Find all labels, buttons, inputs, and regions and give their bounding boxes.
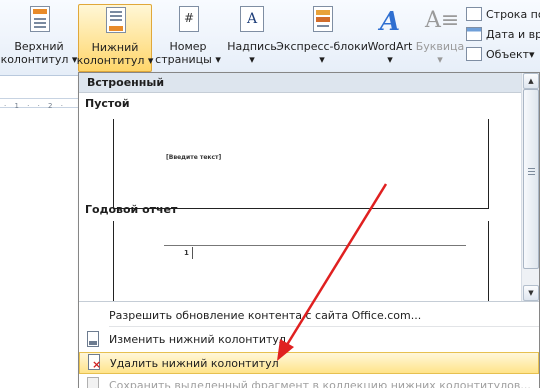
annual-footer-divider (192, 247, 193, 259)
header-button[interactable]: Верхний колонтитул ▾ (1, 4, 77, 72)
scroll-thumb[interactable] (523, 89, 539, 269)
gallery-scrollbar[interactable]: ▲ ▼ (521, 73, 539, 301)
gallery-list[interactable]: Пустой [Введите текст] Годовой отчет 1 (79, 93, 521, 301)
document-area (0, 76, 78, 388)
save-to-gallery-icon (79, 374, 109, 388)
save-to-gallery-button[interactable]: Сохранить выделенный фрагмент в коллекци… (79, 374, 539, 388)
ruler-ticks: · 1 · · 2 · (4, 102, 66, 110)
page-number-label-1: Номер (169, 40, 207, 53)
wordart-icon: A (379, 7, 401, 37)
calendar-icon (466, 27, 482, 41)
signature-line-label: Строка по (486, 7, 540, 21)
ribbon: Верхний колонтитул ▾ Нижний колонтитул ▾… (0, 0, 540, 76)
object-button[interactable]: Объект ▾ (466, 44, 540, 64)
quick-parts-button[interactable]: Экспресс-блоки ▾ (276, 4, 368, 72)
page-number-label-2: страницы ▾ (155, 53, 221, 66)
drop-cap-icon: A≡ (425, 8, 460, 33)
date-time-button[interactable]: Дата и вре (466, 24, 540, 44)
drop-cap-label: Буквица (415, 40, 465, 53)
header-label-2: колонтитул ▾ (0, 53, 78, 66)
annual-page-number: 1 (184, 249, 189, 257)
remove-footer-icon: × (80, 352, 110, 374)
date-time-label: Дата и вре (486, 27, 540, 41)
object-icon (466, 47, 482, 61)
drop-cap-button[interactable]: A≡ Буквица ▾ (415, 4, 465, 72)
text-box-icon: A (237, 6, 267, 40)
insert-small-group: Строка по Дата и вре Объект ▾ (466, 4, 540, 64)
edit-footer-icon (79, 328, 109, 350)
header-icon (24, 6, 54, 40)
footer-gallery-menu: Встроенный Пустой [Введите текст] Годово… (78, 72, 540, 388)
footer-label-1: Нижний (91, 41, 139, 54)
text-box-label: Надпись (227, 40, 277, 53)
footer-template-annual[interactable]: 1 (113, 221, 489, 301)
gallery-header: Встроенный (79, 73, 521, 93)
section-title-blank: Пустой (85, 97, 130, 110)
scroll-up-button[interactable]: ▲ (523, 73, 539, 89)
menu-commands: Разрешить обновление контента с сайта Of… (79, 301, 539, 388)
update-from-office-label: Разрешить обновление контента с сайта Of… (109, 308, 422, 322)
footer-label-2: колонтитул ▾ (76, 54, 154, 67)
menu-separator (109, 326, 539, 327)
footer-icon (100, 7, 130, 41)
signature-line-icon (466, 7, 482, 21)
quick-parts-label: Экспресс-блоки (276, 40, 368, 53)
section-title-annual: Годовой отчет (85, 203, 178, 216)
wordart-label: WordArt (367, 40, 413, 53)
page-number-button[interactable]: # Номер страницы ▾ (155, 4, 221, 72)
save-to-gallery-label: Сохранить выделенный фрагмент в коллекци… (109, 378, 531, 388)
footer-template-blank[interactable]: [Введите текст] (113, 119, 489, 209)
horizontal-ruler[interactable]: · 1 · · 2 · (0, 98, 78, 110)
remove-footer-button[interactable]: × Удалить нижний колонтитул (79, 352, 539, 374)
annual-footer-line (164, 245, 466, 246)
footer-button[interactable]: Нижний колонтитул ▾ (76, 4, 154, 72)
signature-line-button[interactable]: Строка по (466, 4, 540, 24)
edit-footer-button[interactable]: Изменить нижний колонтитул (79, 328, 539, 350)
update-from-office-button[interactable]: Разрешить обновление контента с сайта Of… (79, 304, 539, 326)
page-number-icon: # (173, 6, 203, 40)
text-box-button[interactable]: A Надпись ▾ (226, 4, 278, 72)
quick-parts-icon (307, 6, 337, 40)
remove-footer-label: Удалить нижний колонтитул (110, 356, 279, 370)
object-label: Объект (486, 47, 530, 61)
scroll-down-button[interactable]: ▼ (523, 285, 539, 301)
blank-placeholder-text: [Введите текст] (166, 154, 222, 161)
wordart-button[interactable]: A WordArt ▾ (366, 4, 414, 72)
edit-footer-label: Изменить нижний колонтитул (109, 332, 286, 346)
header-label-1: Верхний (14, 40, 64, 53)
